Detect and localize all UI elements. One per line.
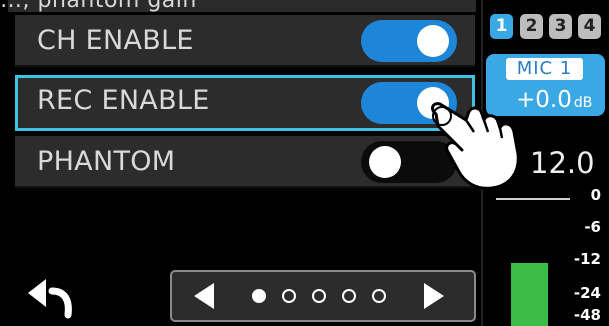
page-dot-1[interactable] <box>252 289 266 303</box>
channel-tab-1[interactable]: 1 <box>490 14 513 39</box>
page-dot-2[interactable] <box>282 289 296 303</box>
level-meter-bar <box>511 263 548 326</box>
ch-enable-toggle[interactable] <box>361 20 457 62</box>
page-dot-5[interactable] <box>372 289 386 303</box>
screen: …, phantom gain CH ENABLE REC ENABLE PHA… <box>0 0 609 326</box>
row-rec-enable[interactable]: REC ENABLE <box>15 75 475 131</box>
row-phantom[interactable]: PHANTOM <box>15 136 475 188</box>
scale-label: -24 <box>573 284 601 302</box>
page-dot-4[interactable] <box>342 289 356 303</box>
back-button[interactable] <box>24 277 78 319</box>
level-readout: 12.0 <box>530 146 595 180</box>
row-label: REC ENABLE <box>37 85 210 116</box>
channel-tab-2[interactable]: 2 <box>520 14 543 39</box>
meter-zero-line <box>496 198 570 200</box>
toggle-knob <box>369 146 401 178</box>
channel-tab-4[interactable]: 4 <box>578 14 601 39</box>
scale-label: -12 <box>573 250 601 268</box>
channel-name: MIC 1 <box>506 58 583 80</box>
scale-label: 0 <box>590 186 601 204</box>
back-arrow-icon <box>28 279 72 319</box>
row-label: CH ENABLE <box>37 25 194 56</box>
top-cut-text: …, phantom gain <box>0 0 197 13</box>
next-page-icon[interactable] <box>424 283 444 309</box>
channel-tab-3[interactable]: 3 <box>549 14 572 39</box>
page-navigator <box>170 270 476 322</box>
row-ch-enable[interactable]: CH ENABLE <box>15 15 475 67</box>
row-label: PHANTOM <box>37 146 176 177</box>
scale-label: -6 <box>584 218 601 236</box>
gain-unit: dB <box>573 95 593 111</box>
scale-label: -48 <box>573 306 601 324</box>
toggle-knob <box>417 25 449 57</box>
page-dot-3[interactable] <box>312 289 326 303</box>
pointing-hand-icon <box>431 102 520 190</box>
prev-page-icon[interactable] <box>194 283 214 309</box>
